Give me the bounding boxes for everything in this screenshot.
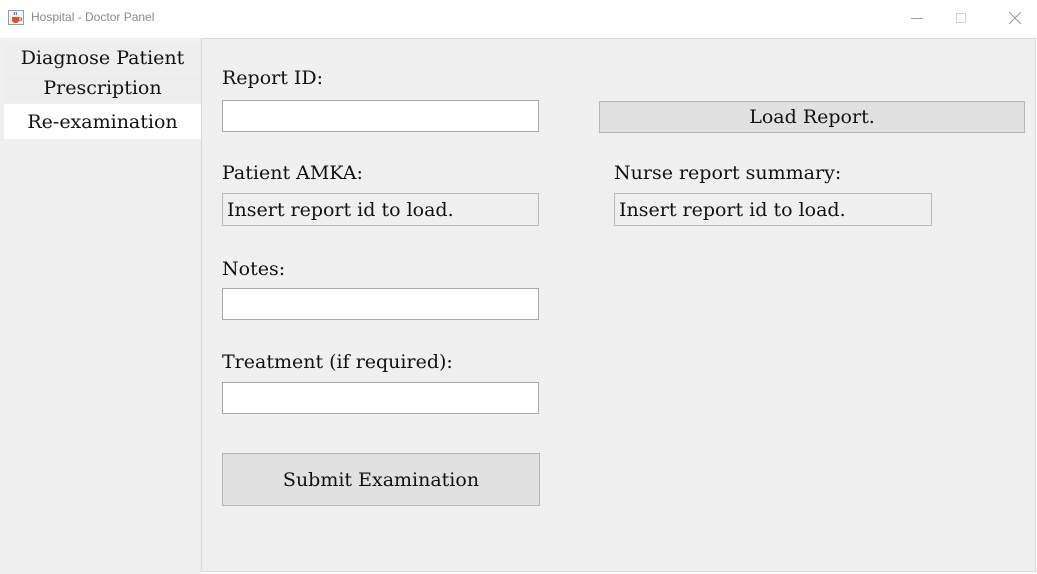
treatment-input[interactable] xyxy=(222,382,539,414)
tab-label: Re-examination xyxy=(27,110,178,133)
title-bar: Hospital - Doctor Panel xyxy=(0,0,1037,36)
tab-label: Diagnose Patient xyxy=(20,47,185,69)
java-cup-icon xyxy=(8,10,24,25)
nurse-summary-label: Nurse report summary: xyxy=(614,162,842,184)
patient-amka-value: Insert report id to load. xyxy=(227,198,454,221)
maximize-button[interactable] xyxy=(946,6,976,30)
tab-prescription[interactable]: Prescription xyxy=(4,74,201,102)
load-report-button[interactable]: Load Report. xyxy=(599,101,1025,133)
tab-diagnose-patient[interactable]: Diagnose Patient xyxy=(4,44,201,72)
tab-label: Prescription xyxy=(43,77,162,99)
report-id-label: Report ID: xyxy=(222,67,324,89)
treatment-label: Treatment (if required): xyxy=(222,351,453,373)
submit-examination-label: Submit Examination xyxy=(282,468,480,491)
nurse-summary-value: Insert report id to load. xyxy=(619,198,846,221)
load-report-label: Load Report. xyxy=(749,106,875,128)
close-icon xyxy=(1008,11,1022,25)
minimize-button[interactable] xyxy=(902,6,932,30)
re-examination-panel: Report ID: Load Report. Patient AMKA: In… xyxy=(201,38,1036,572)
minimize-icon xyxy=(911,18,923,19)
report-id-input[interactable] xyxy=(222,100,539,132)
tab-re-examination[interactable]: Re-examination xyxy=(4,104,201,139)
notes-input[interactable] xyxy=(222,288,539,320)
patient-amka-label: Patient AMKA: xyxy=(222,162,363,184)
doctor-panel-window: Hospital - Doctor Panel Diagnose Patient… xyxy=(0,0,1037,574)
tab-sidebar: Diagnose Patient Prescription Re-examina… xyxy=(0,38,201,574)
notes-label: Notes: xyxy=(222,258,286,280)
window-title: Hospital - Doctor Panel xyxy=(31,10,155,24)
maximize-icon xyxy=(956,13,966,23)
patient-amka-field: Insert report id to load. xyxy=(222,193,539,226)
submit-examination-button[interactable]: Submit Examination xyxy=(222,453,540,506)
close-button[interactable] xyxy=(1000,6,1030,30)
nurse-summary-field: Insert report id to load. xyxy=(614,193,932,226)
